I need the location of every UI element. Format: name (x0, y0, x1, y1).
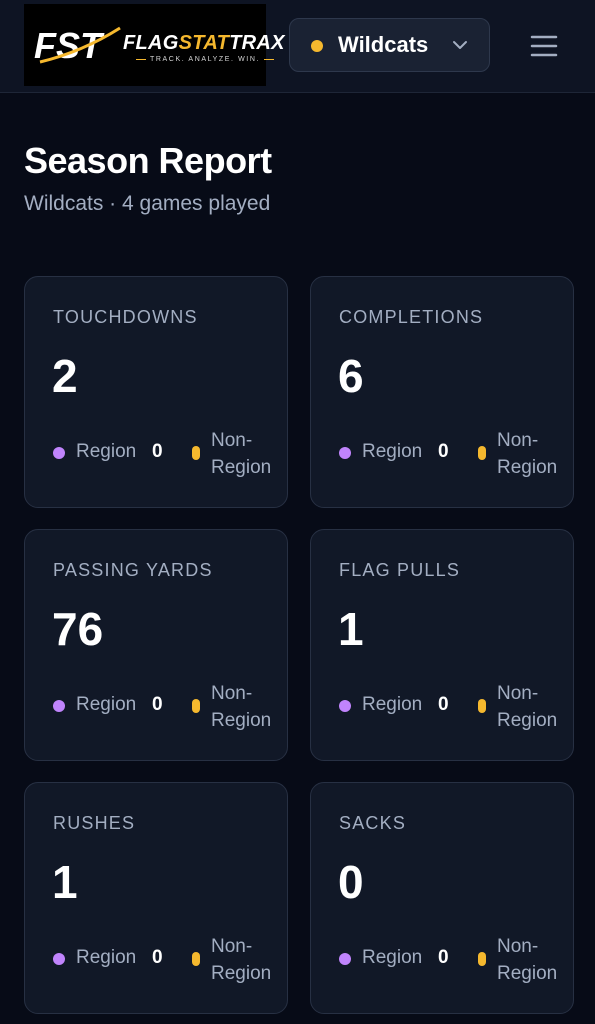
page-title: Season Report (24, 140, 272, 181)
region-value: 0 (438, 441, 449, 462)
region-value: 0 (438, 694, 449, 715)
hamburger-menu-button[interactable] (528, 30, 560, 62)
stat-card-completions[interactable]: COMPLETIONS 6 Region 0 Non-Region 6 (310, 276, 574, 508)
stat-label: RUSHES (53, 813, 136, 833)
stat-label: SACKS (339, 813, 407, 833)
region-legend-dot (339, 953, 351, 965)
region-label: Region (76, 947, 137, 968)
nonregion-legend-dot (478, 446, 486, 460)
selected-team-name: Wildcats (338, 32, 429, 57)
nonregion-label: Non-Region (497, 936, 558, 984)
region-value: 0 (152, 441, 163, 462)
region-label: Region (362, 694, 423, 715)
region-value: 0 (438, 947, 449, 968)
region-value: 0 (152, 947, 163, 968)
region-legend-dot (53, 700, 65, 712)
nonregion-legend-dot (478, 699, 486, 713)
region-value: 0 (152, 694, 163, 715)
stat-total: 1 (52, 856, 78, 908)
stat-total: 1 (338, 603, 364, 655)
stat-card-passing-yards[interactable]: PASSING YARDS 76 Region 0 Non-Region 76 (24, 529, 288, 761)
nonregion-legend-dot (192, 446, 200, 460)
region-label: Region (76, 694, 137, 715)
stat-card-touchdowns[interactable]: TOUCHDOWNS 2 Region 0 Non-Region 2 (24, 276, 288, 508)
nonregion-label: Non-Region (497, 683, 558, 731)
stat-label: COMPLETIONS (339, 307, 484, 327)
region-label: Region (76, 441, 137, 462)
nonregion-label: Non-Region (211, 683, 272, 731)
nonregion-legend-dot (192, 952, 200, 966)
flagstattrax-logo[interactable]: FST FLAGSTATTRAX TRACK. ANALYZE. WIN. (24, 4, 284, 86)
stat-label: PASSING YARDS (53, 560, 213, 580)
region-legend-dot (53, 447, 65, 459)
chevron-down-icon (453, 41, 467, 49)
stat-card-rushes[interactable]: RUSHES 1 Region 0 Non-Region 1 (24, 782, 288, 1014)
logo-wordmark: FLAGSTATTRAX (123, 32, 285, 54)
stat-card-sacks[interactable]: SACKS 0 Region 0 Non-Region 0 (310, 782, 574, 1014)
nonregion-label: Non-Region (211, 430, 272, 478)
logo-tagline: TRACK. ANALYZE. WIN. (132, 56, 278, 63)
stat-total: 6 (338, 350, 364, 402)
region-label: Region (362, 947, 423, 968)
region-label: Region (362, 441, 423, 462)
region-legend-dot (53, 953, 65, 965)
stat-label: FLAG PULLS (339, 560, 461, 580)
stat-total: 0 (338, 856, 364, 908)
nonregion-legend-dot (478, 952, 486, 966)
region-legend-dot (339, 700, 351, 712)
stat-total: 2 (52, 350, 78, 402)
page-subtitle: Wildcats · 4 games played (24, 192, 271, 215)
stat-total: 76 (52, 603, 104, 655)
stat-card-flag-pulls[interactable]: FLAG PULLS 1 Region 0 Non-Region 1 (310, 529, 574, 761)
team-status-dot (311, 40, 323, 52)
region-legend-dot (339, 447, 351, 459)
hamburger-menu-icon (530, 35, 558, 57)
nonregion-label: Non-Region (497, 430, 558, 478)
app-header: FST FLAGSTATTRAX TRACK. ANALYZE. WIN. Wi… (0, 0, 595, 93)
stat-label: TOUCHDOWNS (53, 307, 198, 327)
team-selector-dropdown[interactable]: Wildcats (289, 18, 490, 72)
nonregion-legend-dot (192, 699, 200, 713)
fst-logo-mark: FST (34, 25, 121, 66)
nonregion-label: Non-Region (211, 936, 272, 984)
